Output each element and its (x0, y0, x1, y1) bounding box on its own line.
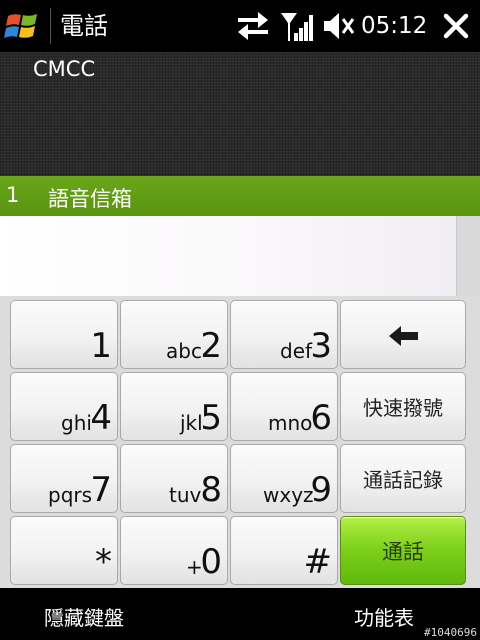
key-digit: # (303, 542, 333, 582)
key-9[interactable]: wxyz 9 (230, 444, 338, 513)
key-hash[interactable]: # (230, 516, 338, 585)
title-separator (50, 8, 51, 44)
key-8[interactable]: tuv 8 (120, 444, 228, 513)
watermark: #1040696 (424, 626, 477, 639)
key-digit: 2 (200, 326, 222, 366)
key-letters: tuv (169, 483, 202, 507)
speed-dial-label: 語音信箱 (48, 187, 132, 211)
softkey-bar: 隱藏鍵盤 功能表 #1040696 (0, 588, 480, 640)
key-7[interactable]: pqrs 7 (10, 444, 118, 513)
key-letters: mno (268, 411, 313, 435)
key-0[interactable]: + 0 (120, 516, 228, 585)
title-bar: 電話 05:12 (0, 0, 480, 52)
key-digit: 0 (200, 542, 222, 582)
speed-dial-suggestion[interactable]: 1 語音信箱 (0, 176, 480, 216)
key-digit: 4 (90, 398, 112, 438)
key-digit: 5 (200, 398, 222, 438)
dial-keypad: 1 abc 2 def 3 ghi 4 jkl 5 mno 6 快速撥號 pqr… (0, 296, 480, 588)
phone-screen: 電話 05:12 CMCC 1 語音信箱 1 abc 2 def 3 ghi 4… (0, 0, 480, 640)
key-5[interactable]: jkl 5 (120, 372, 228, 441)
key-letters: wxyz (263, 483, 314, 507)
app-title: 電話 (60, 12, 108, 40)
speed-dial-button-label: 快速撥號 (363, 396, 443, 420)
key-letters: def (280, 339, 313, 363)
key-letters: ghi (61, 411, 92, 435)
windows-flag-icon[interactable] (4, 7, 42, 45)
key-digit: 6 (310, 398, 332, 438)
key-letters: abc (166, 339, 202, 363)
speed-dial-index: 1 (6, 183, 20, 207)
key-4[interactable]: ghi 4 (10, 372, 118, 441)
key-digit: 9 (310, 470, 332, 510)
key-letters: pqrs (48, 483, 93, 507)
key-digit: 8 (200, 470, 222, 510)
key-6[interactable]: mno 6 (230, 372, 338, 441)
key-3[interactable]: def 3 (230, 300, 338, 369)
call-button[interactable]: 通話 (340, 516, 466, 585)
key-digit: 7 (90, 470, 112, 510)
key-digit: * (95, 542, 112, 582)
carrier-name: CMCC (33, 57, 96, 81)
key-letters: jkl (180, 411, 203, 435)
key-digit: 1 (90, 326, 112, 366)
key-2[interactable]: abc 2 (120, 300, 228, 369)
sync-arrows-icon[interactable] (236, 10, 270, 42)
key-1[interactable]: 1 (10, 300, 118, 369)
speaker-muted-icon[interactable] (322, 10, 356, 42)
backspace-button[interactable] (340, 300, 466, 369)
close-icon[interactable] (442, 12, 470, 40)
backspace-arrow-icon (389, 326, 418, 346)
call-log-button[interactable]: 通話記錄 (340, 444, 466, 513)
signal-strength-icon[interactable] (280, 10, 314, 42)
key-star[interactable]: * (10, 516, 118, 585)
key-digit: 3 (310, 326, 332, 366)
call-log-button-label: 通話記錄 (363, 468, 443, 492)
hide-keypad-softkey[interactable]: 隱藏鍵盤 (44, 602, 124, 631)
call-button-label: 通話 (382, 540, 424, 564)
menu-softkey[interactable]: 功能表 (354, 602, 414, 631)
number-input[interactable] (0, 216, 456, 296)
number-scrollbar[interactable] (456, 216, 480, 296)
speed-dial-button[interactable]: 快速撥號 (340, 372, 466, 441)
carrier-area: CMCC (0, 52, 480, 176)
clock[interactable]: 05:12 (361, 11, 427, 41)
